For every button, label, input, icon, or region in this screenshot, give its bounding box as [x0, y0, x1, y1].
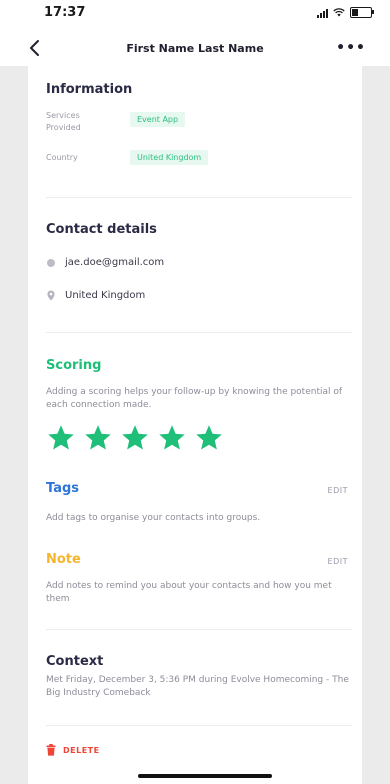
location-text: United Kingdom — [65, 290, 146, 301]
star-icon[interactable] — [83, 423, 113, 453]
email-text: jae.doe@gmail.com — [65, 257, 165, 268]
page-title: First Name Last Name — [126, 42, 264, 55]
email-row[interactable]: jae.doe@gmail.com — [46, 257, 164, 268]
note-description: Add notes to remind you about your conta… — [46, 581, 332, 604]
location-pin-icon — [47, 290, 55, 301]
delete-label: DELETE — [63, 745, 100, 755]
trash-icon — [46, 744, 56, 756]
scoring-description: Adding a scoring helps your follow-up by… — [46, 387, 343, 410]
contact-detail-screen: 17:37 First Name Last Name ••• Informati… — [0, 0, 390, 784]
country-label: Country — [46, 153, 78, 162]
divider — [46, 197, 352, 198]
status-bar: 17:37 — [0, 0, 390, 28]
tags-description: Add tags to organise your contacts into … — [46, 513, 261, 523]
status-icons — [317, 7, 374, 18]
country-value-pill: United Kingdom — [130, 150, 209, 165]
divider — [46, 629, 352, 630]
more-options-button[interactable]: ••• — [336, 40, 366, 56]
scoring-title: Scoring — [46, 358, 102, 373]
note-title: Note — [46, 552, 81, 567]
tags-title: Tags — [46, 481, 80, 496]
star-icon[interactable] — [120, 423, 150, 453]
wifi-icon — [333, 8, 345, 17]
star-rating[interactable] — [46, 423, 224, 453]
divider — [46, 725, 352, 726]
note-edit-button[interactable]: EDIT — [328, 557, 348, 566]
context-title: Context — [46, 654, 104, 669]
star-icon[interactable] — [194, 423, 224, 453]
services-value-pill: Event App — [130, 112, 186, 127]
context-description: Met Friday, December 3, 5:36 PM during E… — [46, 675, 349, 698]
information-title: Information — [46, 82, 133, 97]
navigation-bar: First Name Last Name ••• — [0, 32, 390, 66]
contact-card: Information Services Provided Event App … — [28, 66, 362, 784]
email-icon — [47, 258, 55, 267]
tags-edit-button[interactable]: EDIT — [328, 486, 348, 495]
delete-button[interactable]: DELETE — [46, 744, 100, 756]
home-indicator — [138, 774, 272, 778]
services-label: Services Provided — [46, 111, 81, 132]
left-margin — [0, 66, 28, 784]
contact-details-title: Contact details — [46, 222, 157, 237]
signal-icon — [317, 8, 328, 18]
right-margin — [362, 66, 390, 784]
divider — [46, 332, 352, 333]
status-time: 17:37 — [44, 5, 86, 20]
star-icon[interactable] — [46, 423, 76, 453]
battery-icon — [350, 7, 374, 18]
star-icon[interactable] — [157, 423, 187, 453]
location-row: United Kingdom — [46, 290, 145, 301]
